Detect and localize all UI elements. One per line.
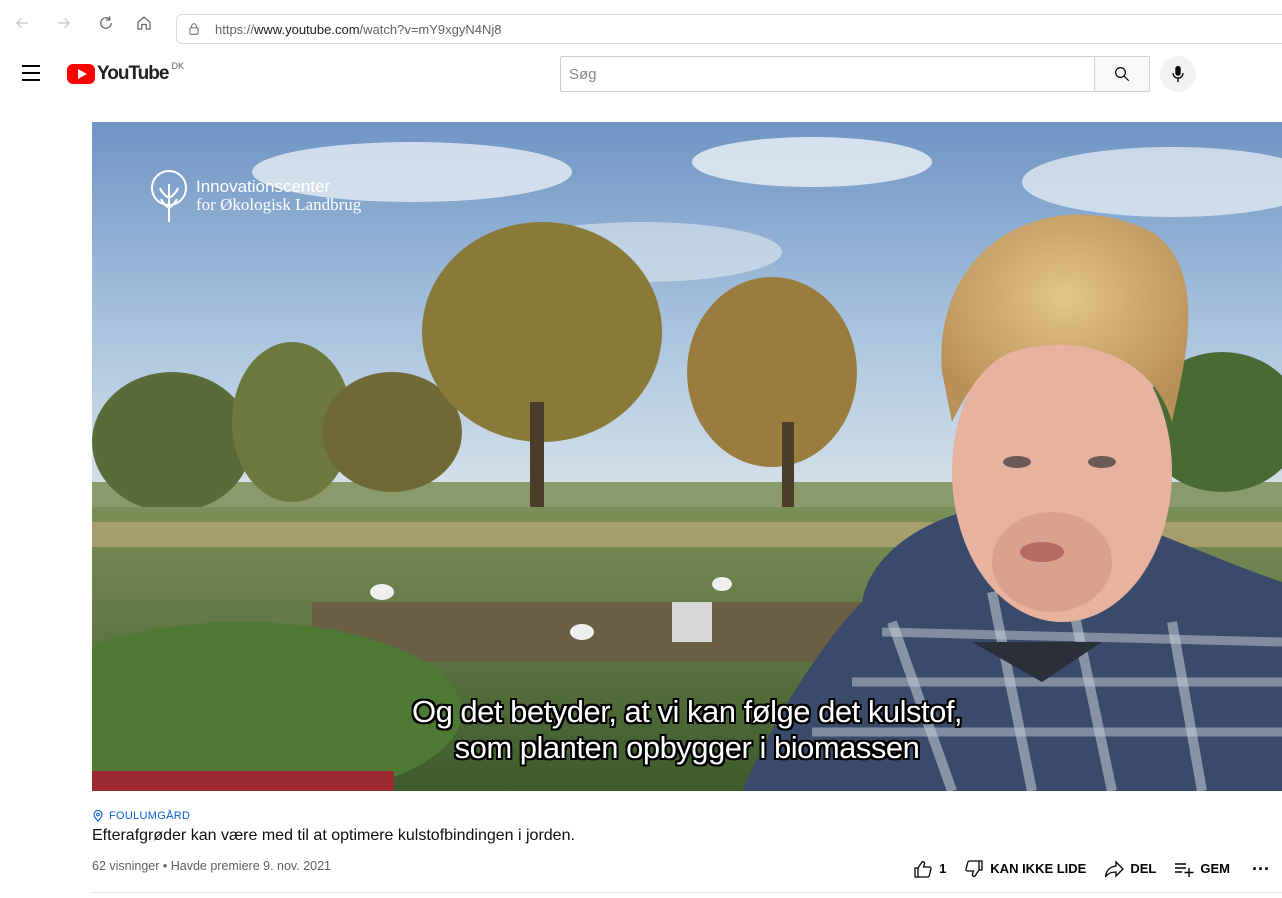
progress-fill [92,771,395,791]
location-pin-icon [93,810,103,822]
channel-watermark: Innovationscenter for Økologisk Landbrug [148,168,361,224]
search-placeholder: Søg [569,65,597,83]
share-icon [1105,859,1125,878]
back-button[interactable] [4,5,40,41]
reload-icon [100,16,112,29]
playlist-add-icon [1175,862,1194,877]
dislike-button[interactable]: KAN IKKE LIDE [964,859,1087,878]
home-button[interactable] [126,5,162,41]
section-divider [92,892,1282,893]
address-bar[interactable]: https://www.youtube.com/watch?v=mY9xgyN4… [176,14,1282,44]
video-meta: 62 visninger • Havde premiere 9. nov. 20… [92,859,332,873]
thumbs-down-icon [965,859,983,877]
sprout-logo-icon [151,170,187,222]
menu-icon[interactable] [22,65,42,81]
video-player[interactable]: Innovationscenter for Økologisk Landbrug… [92,122,1282,791]
forward-button[interactable] [46,5,82,41]
logo-text: YouTube [97,63,169,84]
youtube-masthead: YouTube DK Søg [0,46,1282,102]
search-input[interactable]: Søg [560,56,1095,92]
region-code: DK [171,61,184,71]
voice-search-button[interactable] [1160,56,1196,92]
location-text: FOULUMGÅRD [109,810,191,822]
action-bar: 1 KAN IKKE LIDE DEL GEM ... [895,854,1270,879]
caption-line2: som planten opbygger i biomassen [454,730,920,765]
search-button[interactable] [1094,56,1150,92]
url-host: www.youtube.com [254,21,360,37]
url-path: /watch?v=mY9xgyN4Nj8 [359,21,502,37]
save-label: GEM [1200,861,1230,876]
video-title: Efterafgrøder kan være med til at optime… [92,827,575,844]
back-icon [15,18,28,28]
search-icon [1115,67,1130,82]
mic-icon [1172,65,1184,83]
location-tag[interactable]: FOULUMGÅRD [92,810,190,822]
progress-bar[interactable] [92,771,1282,791]
youtube-logo[interactable]: YouTube DK [67,61,184,85]
dislike-label: KAN IKKE LIDE [990,861,1087,876]
save-button[interactable]: GEM [1174,860,1230,878]
lock-icon [189,23,199,35]
more-icon: ... [1251,854,1270,874]
thumbs-up-icon [914,860,932,878]
like-count: 1 [939,861,947,876]
share-button[interactable]: DEL [1104,859,1157,878]
share-label: DEL [1130,861,1157,876]
brand-line1: Innovationscenter [196,177,331,197]
brand-line2: for Økologisk Landbrug [196,195,362,214]
youtube-logo-icon [67,64,95,84]
like-button[interactable]: 1 [913,860,946,878]
browser-toolbar: https://www.youtube.com/watch?v=mY9xgyN4… [0,0,1282,46]
url-prefix: https:// [215,21,255,37]
reload-button[interactable] [88,5,124,41]
caption-line1: Og det betyder, at vi kan følge det kuls… [411,694,963,729]
more-button[interactable]: ... [1252,854,1270,875]
home-icon [137,16,151,30]
forward-icon [58,18,71,28]
